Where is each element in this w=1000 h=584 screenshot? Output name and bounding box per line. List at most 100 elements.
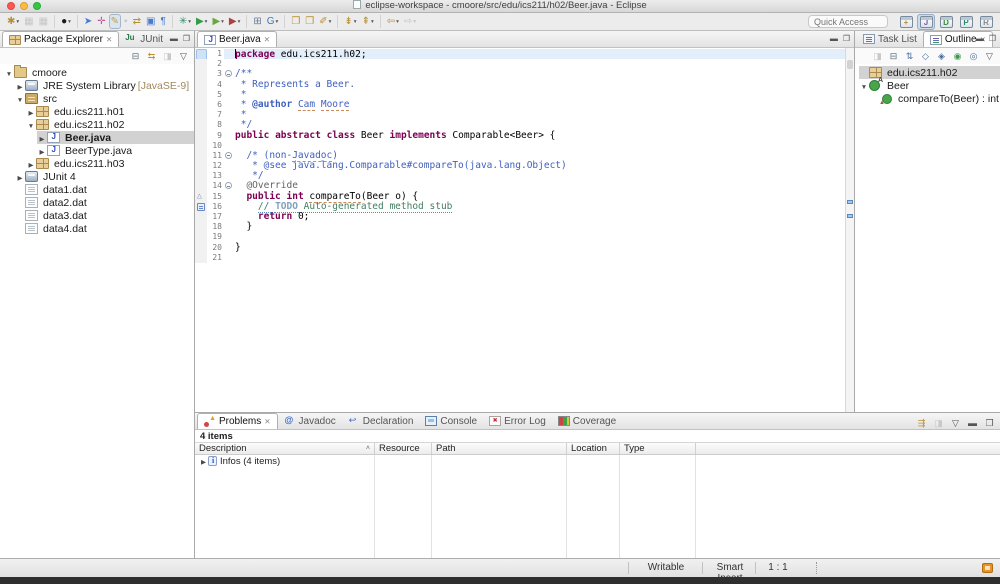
code-text[interactable]: * [235,110,845,120]
close-icon[interactable] [106,34,112,45]
filter-button[interactable]: ⇶ [915,416,928,430]
column-divider[interactable] [374,455,375,558]
maximize-icon[interactable] [843,34,850,44]
tree-item-data2-dat[interactable]: data2.dat [0,196,194,209]
code-text[interactable]: package edu.ics211.h02; [235,49,845,59]
maximize-icon[interactable] [989,34,996,44]
dropdown-arrow-icon[interactable]: ▾ [205,19,208,25]
tab-task-list[interactable]: Task List [857,31,923,47]
column-divider[interactable] [431,455,432,558]
tab-error-log[interactable]: Error Log [483,413,552,429]
twistie-icon[interactable] [859,80,869,92]
maximize-icon[interactable] [183,34,190,44]
code-line-19[interactable]: 19 [195,232,845,242]
dropdown-arrow-icon[interactable]: ▾ [371,19,374,25]
twistie-icon[interactable] [15,80,25,92]
task-marker-icon[interactable] [197,203,205,211]
sort-button[interactable]: ⇅ [903,49,916,63]
notification-icon[interactable] [982,563,993,573]
tree-item-cmoore[interactable]: cmoore [0,66,194,79]
twistie-icon[interactable] [37,132,47,144]
override-overview-marker[interactable] [847,200,853,204]
dropdown-arrow-icon[interactable]: ▾ [221,19,224,25]
show-whitespace-button[interactable]: ¶ [158,14,167,29]
twistie-icon[interactable] [15,171,25,183]
open-perspective-button[interactable]: + [897,14,915,30]
tab-package-explorer[interactable]: Package Explorer [2,31,119,47]
minimize-button[interactable]: ▬ [966,416,979,430]
code-text[interactable]: public abstract class Beer implements Co… [235,131,845,141]
fold-collapse-icon[interactable] [224,151,235,161]
code-area[interactable]: 1package edu.ics211.h02;23/**4 * Represe… [195,48,845,412]
code-line-20[interactable]: 20} [195,243,845,253]
tree-item-edu-ics211-h01[interactable]: edu.ics211.h01 [0,105,194,118]
show-block-button[interactable]: ▣ [144,14,157,29]
overview-ruler[interactable] [845,48,854,412]
minimize-icon[interactable] [170,34,178,44]
code-line-2[interactable]: 2 [195,59,845,69]
open-resource-button[interactable]: ❐ [303,14,316,29]
next-annotation-button[interactable]: ⇟▾ [342,14,358,29]
new-java-project-button[interactable]: ⊞ [251,14,263,29]
run-button[interactable]: ▶▾ [194,14,209,29]
hide-local-types-button[interactable]: ◎ [967,49,980,63]
maximize-button[interactable]: ❒ [983,416,996,430]
code-text[interactable]: return 0; [235,212,845,222]
code-text[interactable] [235,232,845,242]
code-line-9[interactable]: 9public abstract class Beer implements C… [195,131,845,141]
dropdown-arrow-icon[interactable]: ▾ [188,19,191,25]
close-window-button[interactable] [7,2,15,10]
save-button[interactable]: ▦ [22,14,35,29]
code-line-6[interactable]: 6 * @author Cam Moore [195,100,845,110]
generate-button[interactable]: G▾ [265,14,281,29]
highlighter-button[interactable]: ✎ [109,14,121,29]
code-line-17[interactable]: 17 return 0; [195,212,845,222]
hide-non-public-button[interactable]: ◉ [951,49,964,63]
pydev-perspective-button[interactable]: P [957,14,975,30]
code-line-7[interactable]: 7 * [195,110,845,120]
tree-item-src[interactable]: src [0,92,194,105]
code-text[interactable] [235,59,845,69]
twistie-icon[interactable] [4,67,14,79]
tree-item-jre-system-library[interactable]: JRE System Library [JavaSE-9] [0,79,194,92]
column-header-resource[interactable]: Resource [375,443,432,454]
dropdown-arrow-icon[interactable]: ▾ [396,19,399,25]
hide-static-button[interactable]: ◈ [935,49,948,63]
code-line-21[interactable]: 21 [195,253,845,263]
code-text[interactable]: // TODO Auto-generated method stub [235,202,845,212]
code-text[interactable]: * @see java.lang.Comparable#compareTo(ja… [235,161,845,171]
previous-annotation-button[interactable]: ⇞▾ [360,14,376,29]
coverage-button[interactable]: ▶▾ [210,14,225,29]
column-header-location[interactable]: Location [567,443,620,454]
dropdown-arrow-icon[interactable]: ▾ [16,19,19,25]
resource-perspective-button[interactable]: R [977,14,995,30]
twistie-icon[interactable] [37,145,47,157]
minimize-icon[interactable] [976,34,984,44]
dropdown-arrow-icon[interactable]: ▾ [413,19,416,25]
save-all-button[interactable]: ▦ [37,14,50,29]
minimize-window-button[interactable] [20,2,28,10]
user-profile-button[interactable]: ●▾ [59,14,73,29]
tree-item-beer-java[interactable]: Beer.java [0,131,194,144]
tab-problems[interactable]: Problems [197,413,278,429]
collapse-all-button[interactable]: ⊟ [129,49,142,63]
tab-beer-java[interactable]: Beer.java [197,31,277,47]
tab-coverage[interactable]: Coverage [552,413,622,429]
collapse-all-button[interactable]: ⊟ [887,49,900,63]
tab-declaration[interactable]: Declaration [342,413,420,429]
code-line-4[interactable]: 4 * Represents a Beer. [195,80,845,90]
task-overview-marker[interactable] [847,214,853,218]
column-divider[interactable] [619,455,620,558]
close-icon[interactable] [264,34,270,45]
code-text[interactable] [235,253,845,263]
close-icon[interactable] [264,416,270,427]
back-button[interactable]: ⇦▾ [385,14,401,29]
fold-collapse-icon[interactable] [224,69,235,79]
column-header-type[interactable]: Type [620,443,696,454]
view-menu-button[interactable]: ▽ [949,416,962,430]
debug-button[interactable]: ✳▾ [177,14,193,29]
link-with-editor-button[interactable]: ⇄ [131,14,143,29]
search-button[interactable]: ✐▾ [317,14,333,29]
dropdown-arrow-icon[interactable]: ▾ [329,19,332,25]
tree-item-edu-ics211-h02[interactable]: edu.ics211.h02 [0,118,194,131]
